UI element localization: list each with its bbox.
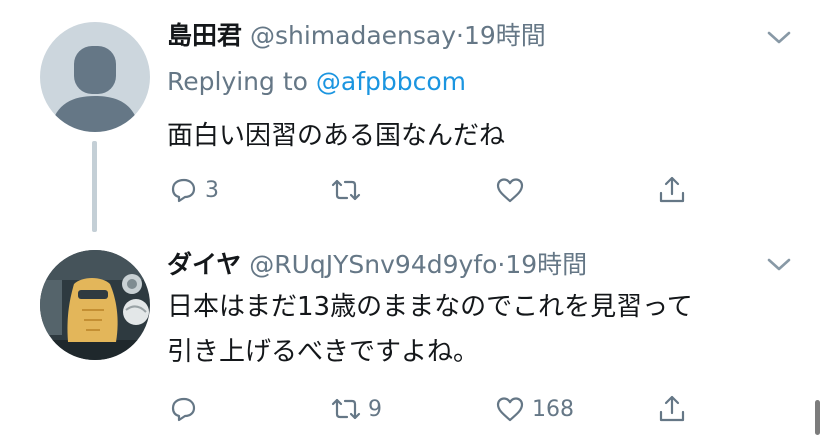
reply-icon <box>171 397 196 422</box>
reply-button[interactable]: 3 <box>167 170 219 210</box>
retweet-icon <box>331 179 361 201</box>
tweet-text-line: 引き上げるべきですよね。 <box>167 337 480 367</box>
retweet-button[interactable] <box>330 170 368 210</box>
reply-icon <box>171 178 196 203</box>
tweet-text: 日本はまだ13歳のままなのでこれを見習って 引き上げるべきですよね。 <box>167 285 787 375</box>
chevron-down-icon[interactable] <box>766 257 792 273</box>
tweet[interactable]: 島田君 @shimadaensay·19時間 Replying to @afpb… <box>0 0 828 232</box>
chevron-down-icon[interactable] <box>766 30 792 46</box>
retweet-count: 9 <box>368 396 382 422</box>
handle[interactable]: @RUqJYSnv94d9yfo <box>249 250 497 279</box>
avatar[interactable] <box>40 22 150 132</box>
tweet-header: 島田君 @shimadaensay·19時間 <box>167 20 546 52</box>
scrollbar[interactable] <box>815 400 820 435</box>
default-avatar-icon <box>40 22 150 132</box>
tweet-header: ダイヤ @RUqJYSnv94d9yfo·19時間 <box>167 249 587 281</box>
like-button[interactable] <box>494 170 532 210</box>
share-button[interactable] <box>656 389 688 429</box>
timestamp[interactable]: 19時間 <box>464 21 546 50</box>
handle[interactable]: @shimadaensay <box>250 21 456 50</box>
avatar[interactable] <box>40 250 150 360</box>
reply-button[interactable] <box>167 389 205 429</box>
heart-icon <box>496 178 524 203</box>
replying-to-label: Replying to <box>167 67 308 96</box>
share-icon <box>659 395 685 422</box>
retweet-button[interactable]: 9 <box>330 389 382 429</box>
replying-to: Replying to @afpbbcom <box>167 66 466 98</box>
display-name[interactable]: ダイヤ <box>167 250 241 279</box>
tweet[interactable]: ダイヤ @RUqJYSnv94d9yfo·19時間 日本はまだ13歳のままなので… <box>0 225 828 435</box>
reply-count: 3 <box>205 177 219 203</box>
retweet-icon <box>331 398 361 420</box>
like-button[interactable]: 168 <box>494 389 574 429</box>
heart-icon <box>496 397 524 422</box>
tweet-text-line: 日本はまだ13歳のままなのでこれを見習って <box>167 292 693 322</box>
display-name[interactable]: 島田君 <box>167 21 242 50</box>
share-icon <box>659 176 685 203</box>
user-photo-avatar <box>40 250 150 360</box>
tweet-actions: 3 <box>0 170 828 210</box>
mention-link[interactable]: @afpbbcom <box>316 67 466 96</box>
tweet-text: 面白い因習のある国なんだね <box>167 121 506 151</box>
share-button[interactable] <box>656 170 688 210</box>
tweet-actions: 9 168 <box>0 389 828 429</box>
timestamp[interactable]: 19時間 <box>505 250 587 279</box>
like-count: 168 <box>532 396 574 422</box>
separator: · <box>456 21 464 50</box>
